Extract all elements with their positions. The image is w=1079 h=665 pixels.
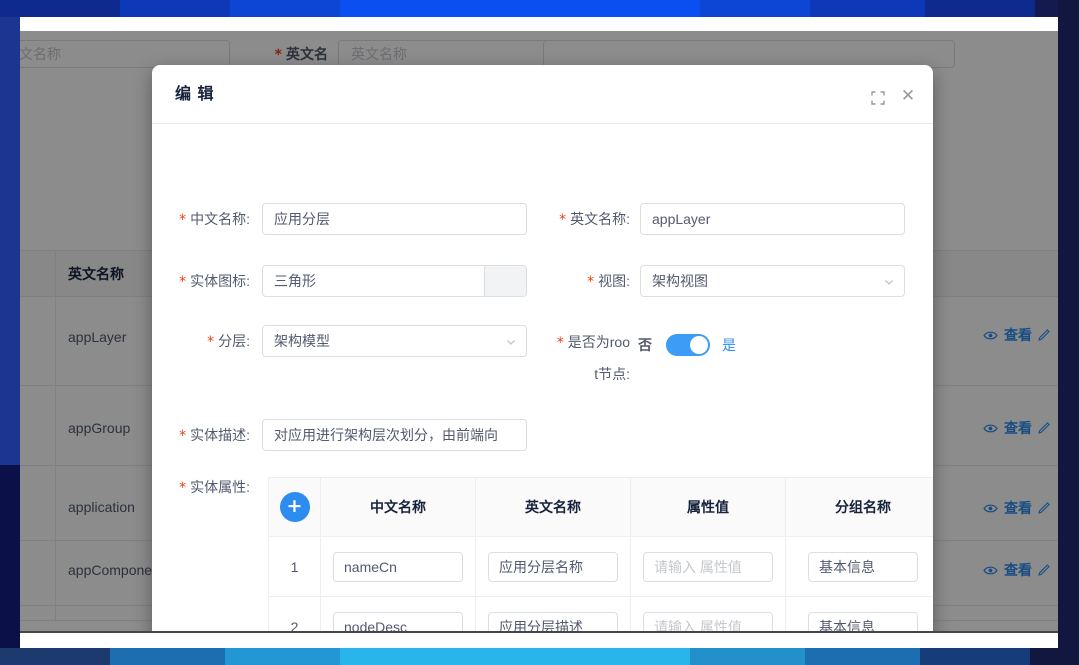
fullscreen-button[interactable] — [869, 89, 887, 107]
chevron-down-icon — [883, 276, 895, 288]
attr-header-value: 属性值 — [631, 478, 786, 536]
layer-select-value: 架构模型 — [274, 333, 330, 349]
attr-value-input[interactable] — [643, 612, 773, 634]
modal-body: *中文名称: *英文名称: *实体图标: 三角形 — [152, 124, 933, 633]
row-index: 1 — [269, 537, 321, 596]
attr-header-group: 分组名称 — [786, 478, 933, 536]
toggle-on-label: 是 — [722, 334, 736, 356]
edit-modal: 编 辑 ✕ *中文名称: *英文名称: — [152, 65, 933, 633]
is-root-label-line2: t节点: — [532, 363, 630, 385]
browser-viewport: *英文名 英文名称 appLayer appGroup application … — [20, 31, 1058, 633]
attr-group-input[interactable] — [808, 552, 918, 582]
entity-icon-label: *实体图标: — [152, 265, 250, 297]
is-root-toggle[interactable] — [666, 334, 710, 356]
attribute-row: 2 — [269, 596, 933, 633]
left-frame-upper — [0, 17, 20, 465]
add-attribute-button[interactable]: + — [280, 492, 310, 522]
attr-en-input[interactable] — [488, 552, 618, 582]
view-label: *视图: — [532, 265, 630, 297]
attribute-row: 1 — [269, 536, 933, 596]
app-screen: *英文名 英文名称 appLayer appGroup application … — [20, 17, 1058, 648]
attr-header-en: 英文名称 — [476, 478, 631, 536]
icon-picker-button[interactable] — [484, 266, 526, 296]
required-asterisk: * — [179, 274, 186, 290]
attribute-table: + 中文名称 英文名称 属性值 分组名称 1 — [268, 477, 933, 633]
view-select-value: 架构视图 — [652, 273, 708, 289]
required-asterisk: * — [179, 212, 186, 228]
attr-cn-input[interactable] — [333, 552, 463, 582]
attr-group-input[interactable] — [808, 612, 918, 634]
attr-en-input[interactable] — [488, 612, 618, 634]
left-frame-lower — [0, 465, 20, 648]
bottom-banner — [0, 648, 1079, 665]
attr-cn-input[interactable] — [333, 612, 463, 634]
en-name-label: *英文名称: — [532, 203, 630, 235]
attr-value-input[interactable] — [643, 552, 773, 582]
entity-icon-input[interactable]: 三角形 — [262, 265, 527, 297]
en-name-input[interactable] — [640, 203, 905, 235]
close-button[interactable]: ✕ — [899, 87, 917, 105]
is-root-label-line1: *是否为roo — [532, 331, 630, 353]
layer-label: *分层: — [152, 325, 250, 357]
entity-attrs-label: *实体属性: — [152, 471, 250, 503]
chevron-down-icon — [505, 336, 517, 348]
right-frame — [1058, 0, 1079, 665]
toggle-off-label: 否 — [638, 334, 652, 356]
view-select[interactable]: 架构视图 — [640, 265, 905, 297]
modal-header: 编 辑 ✕ — [152, 65, 933, 124]
toggle-knob — [690, 336, 708, 354]
entity-icon-value: 三角形 — [274, 266, 316, 296]
required-asterisk: * — [559, 212, 566, 228]
cn-name-input[interactable] — [262, 203, 527, 235]
decorative-frame: *英文名 英文名称 appLayer appGroup application … — [0, 0, 1079, 665]
row-index: 2 — [269, 597, 321, 633]
attribute-table-header: + 中文名称 英文名称 属性值 分组名称 — [269, 478, 933, 536]
layer-select[interactable]: 架构模型 — [262, 325, 527, 357]
entity-desc-label: *实体描述: — [152, 419, 250, 451]
entity-desc-input[interactable] — [262, 419, 527, 451]
required-asterisk: * — [587, 274, 594, 290]
top-banner — [0, 0, 1079, 17]
cn-name-label: *中文名称: — [152, 203, 250, 235]
attr-header-cn: 中文名称 — [321, 478, 476, 536]
required-asterisk: * — [179, 480, 186, 496]
required-asterisk: * — [179, 428, 186, 444]
modal-title: 编 辑 — [175, 65, 214, 124]
required-asterisk: * — [557, 335, 564, 351]
close-icon: ✕ — [901, 87, 915, 105]
fullscreen-icon — [871, 91, 885, 105]
required-asterisk: * — [207, 334, 214, 350]
